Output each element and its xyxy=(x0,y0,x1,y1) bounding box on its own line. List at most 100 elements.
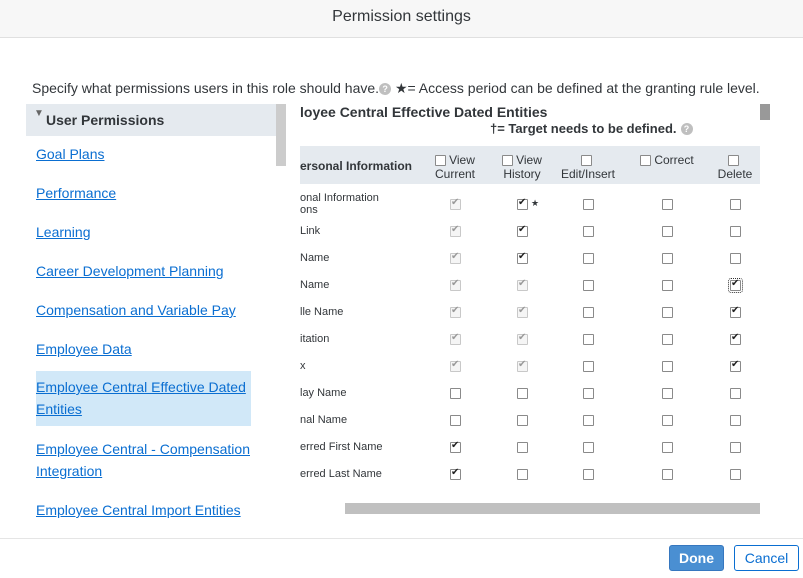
permission-checkbox[interactable] xyxy=(517,251,528,264)
permission-checkbox[interactable] xyxy=(728,278,743,293)
permission-checkbox[interactable] xyxy=(730,253,741,264)
nav-item[interactable]: Employee Central Effective Dated Entitie… xyxy=(36,371,251,426)
select-all-checkbox[interactable] xyxy=(581,155,592,166)
row-label-line: lle Name xyxy=(300,306,344,318)
row-label: x xyxy=(300,360,306,372)
horizontal-scrollbar-thumb[interactable] xyxy=(345,503,760,514)
permission-checkbox[interactable] xyxy=(730,199,741,210)
permission-checkbox[interactable] xyxy=(517,469,528,480)
permission-checkbox[interactable] xyxy=(662,199,673,210)
permission-checkbox[interactable] xyxy=(583,253,594,264)
permission-checkbox[interactable] xyxy=(662,253,673,264)
permission-checkbox[interactable] xyxy=(730,226,741,237)
row-label-line: Link xyxy=(300,225,321,237)
nav-item[interactable]: Employee Data xyxy=(36,338,256,360)
permission-checkbox xyxy=(450,359,461,372)
permission-checkbox[interactable] xyxy=(730,469,741,480)
row-label-line: erred First Name xyxy=(300,441,383,453)
column-sublabel: History xyxy=(503,167,541,181)
permission-checkbox[interactable] xyxy=(583,334,594,345)
permission-checkbox[interactable] xyxy=(730,359,741,372)
permission-checkbox xyxy=(450,305,461,318)
select-all-checkbox[interactable] xyxy=(728,155,739,166)
permission-checkbox[interactable] xyxy=(730,415,741,426)
permission-checkbox[interactable] xyxy=(730,442,741,453)
permission-checkbox[interactable] xyxy=(662,415,673,426)
table-row: lay Name xyxy=(300,380,760,407)
select-all-checkbox[interactable] xyxy=(640,155,652,166)
permission-checkbox[interactable] xyxy=(583,388,594,399)
column-label: Correct xyxy=(654,153,694,167)
intro-text: Specify what permissions users in this r… xyxy=(32,80,380,96)
select-all-checkbox[interactable] xyxy=(502,155,514,166)
row-label: nal Name xyxy=(300,414,347,426)
table-row: x xyxy=(300,353,760,380)
permission-checkbox[interactable] xyxy=(662,307,673,318)
permission-checkbox[interactable] xyxy=(517,197,528,210)
permission-checkbox[interactable] xyxy=(517,442,528,453)
permission-checkbox[interactable] xyxy=(662,226,673,237)
nav-item[interactable]: Goal Plans xyxy=(36,143,256,165)
permission-checkbox[interactable] xyxy=(583,307,594,318)
row-label-line: Name xyxy=(300,279,330,291)
permission-checkbox[interactable] xyxy=(583,442,594,453)
permission-checkbox[interactable] xyxy=(517,388,528,399)
permission-checkbox xyxy=(517,305,528,318)
permission-checkbox xyxy=(517,359,528,372)
permission-checkbox[interactable] xyxy=(450,388,461,399)
permission-checkbox[interactable] xyxy=(662,280,673,291)
done-button[interactable]: Done xyxy=(669,545,724,571)
permission-checkbox[interactable] xyxy=(662,334,673,345)
nav-item[interactable]: Compensation and Variable Pay xyxy=(36,299,256,321)
permission-checkbox[interactable] xyxy=(730,388,741,399)
help-icon[interactable]: ? xyxy=(379,83,392,95)
nav-item[interactable]: Career Development Planning xyxy=(36,260,256,282)
nav-item[interactable]: Employee Central Import Entities xyxy=(36,499,256,520)
intro-text-line: Specify what permissions users in this r… xyxy=(32,80,760,97)
nav-item[interactable]: Employee Central - Compensation Integrat… xyxy=(36,438,256,482)
row-label-line: x xyxy=(300,360,306,372)
nav-item[interactable]: Performance xyxy=(36,182,256,204)
permission-checkbox[interactable] xyxy=(450,415,461,426)
permission-checkbox[interactable] xyxy=(662,388,673,399)
permission-checkbox[interactable] xyxy=(662,442,673,453)
permission-checkbox[interactable] xyxy=(517,224,528,237)
permission-checkbox xyxy=(450,197,461,210)
row-label-line: ons xyxy=(300,204,318,216)
help-icon[interactable]: ? xyxy=(680,123,693,135)
table-row: Link xyxy=(300,218,760,245)
table-row: itation xyxy=(300,326,760,353)
select-all-checkbox[interactable] xyxy=(435,155,447,166)
row-label-line: nal Name xyxy=(300,414,348,426)
target-note: †= Target needs to be defined. xyxy=(490,121,677,136)
permission-checkbox[interactable] xyxy=(450,440,461,453)
permission-checkbox[interactable] xyxy=(662,469,673,480)
column-sublabel: Delete xyxy=(717,167,753,181)
user-permissions-header[interactable]: ▼ User Permissions xyxy=(26,104,276,136)
left-scrollbar-thumb[interactable] xyxy=(276,104,286,166)
permission-checkbox[interactable] xyxy=(583,469,594,480)
row-label-line: Name xyxy=(300,252,330,264)
permission-checkbox[interactable] xyxy=(450,467,461,480)
permission-checkbox[interactable] xyxy=(730,305,741,318)
permission-checkbox[interactable] xyxy=(583,361,594,372)
column-label: View xyxy=(516,153,542,167)
permission-checkbox[interactable] xyxy=(583,415,594,426)
cancel-button[interactable]: Cancel xyxy=(734,545,799,571)
column-header: View Current xyxy=(420,153,490,181)
nav-item[interactable]: Learning xyxy=(36,221,256,243)
permission-checkbox[interactable] xyxy=(583,226,594,237)
permission-checkbox[interactable] xyxy=(517,415,528,426)
permission-checkbox[interactable] xyxy=(583,280,594,291)
row-label-line: erred Last Name xyxy=(300,468,382,480)
vertical-scrollbar-thumb[interactable] xyxy=(760,104,770,120)
permission-checkbox[interactable] xyxy=(730,332,741,345)
permission-checkbox[interactable] xyxy=(662,361,673,372)
table-row: onal Informationons ★ xyxy=(300,191,760,218)
dialog-footer: Done Cancel xyxy=(0,538,803,578)
row-label: lle Name xyxy=(300,306,343,318)
table-row: nal Name xyxy=(300,407,760,434)
collapse-triangle-icon[interactable]: ▼ xyxy=(34,108,44,119)
row-label: Name xyxy=(300,252,329,264)
permission-checkbox[interactable] xyxy=(583,199,594,210)
